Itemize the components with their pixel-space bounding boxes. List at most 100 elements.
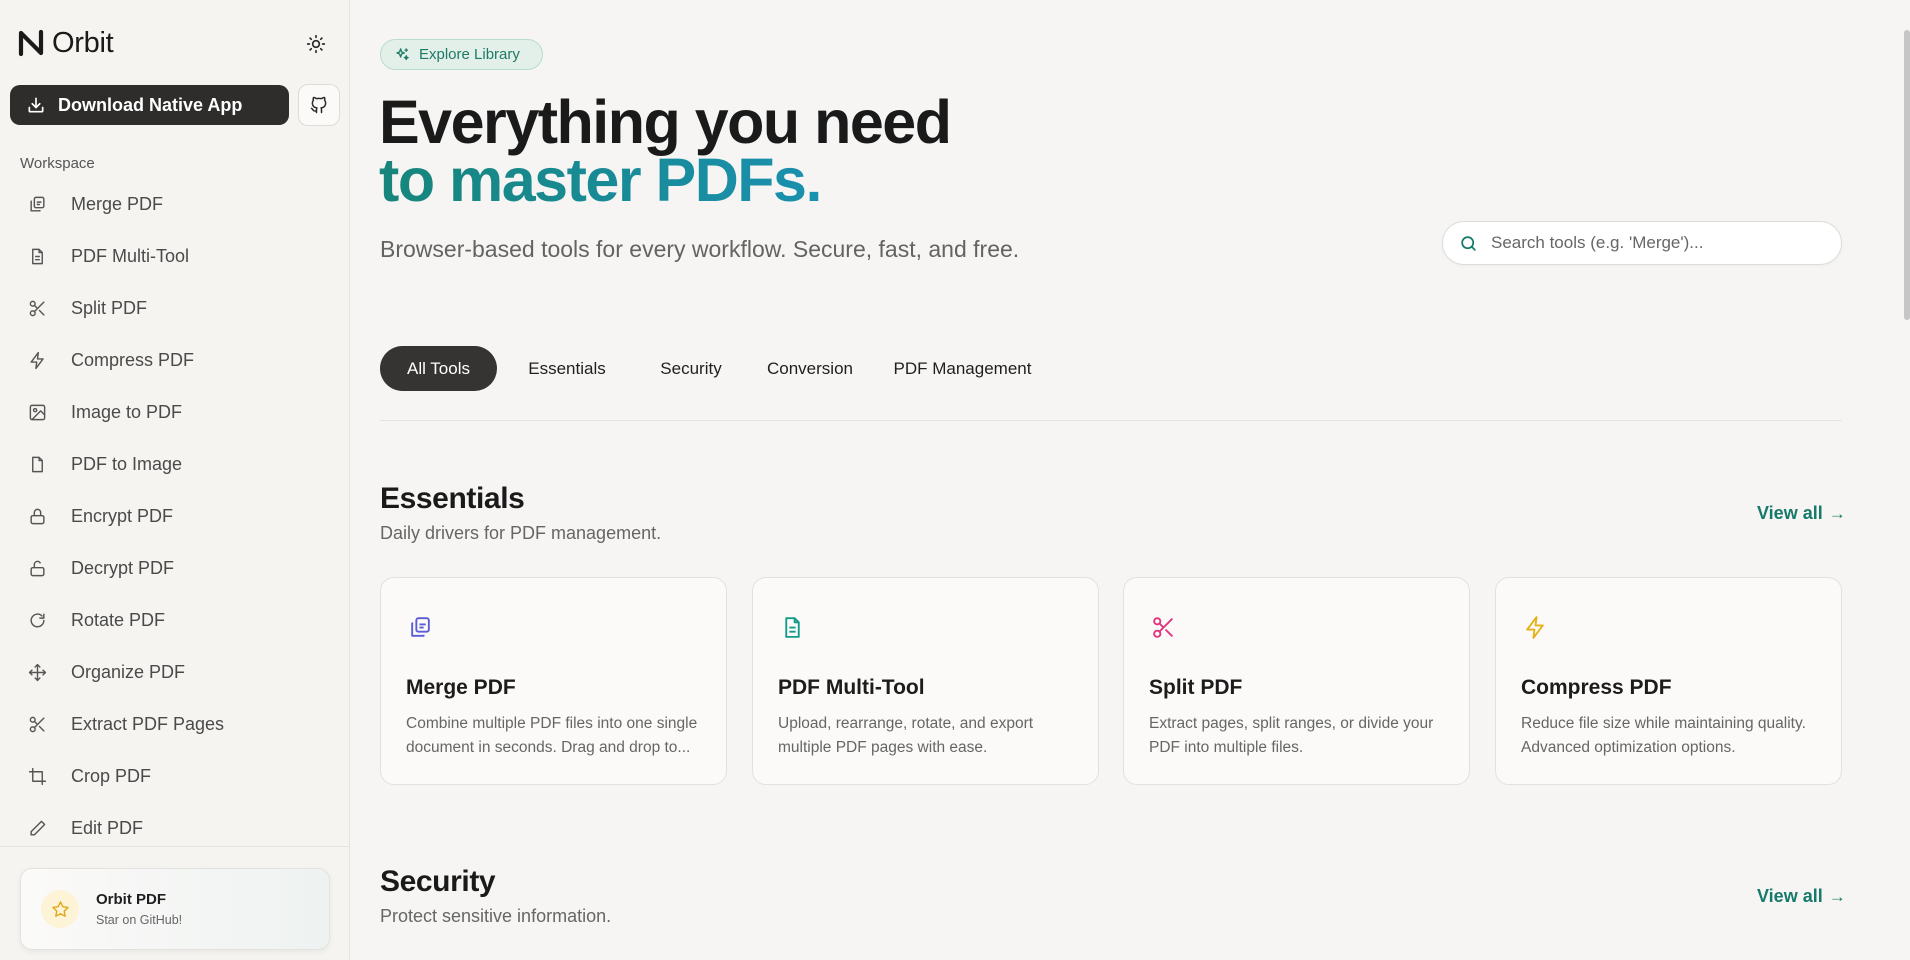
tool-card-merge-pdf[interactable]: Merge PDF Combine multiple PDF files int… xyxy=(380,577,727,785)
workspace-section-label: Workspace xyxy=(20,155,95,172)
sidebar-item-split-pdf[interactable]: Split PDF xyxy=(14,286,336,330)
sidebar-item-label: Encrypt PDF xyxy=(71,505,174,526)
sidebar-item-label: Merge PDF xyxy=(71,193,164,214)
card-description: Combine multiple PDF files into one sing… xyxy=(406,715,698,756)
tab-essentials[interactable]: Essentials xyxy=(497,346,637,391)
merge-icon xyxy=(26,193,48,215)
main-content: Explore Library Everything you need to m… xyxy=(351,0,1910,960)
hero-title-line2: to master PDFs. xyxy=(379,146,822,214)
scissors-icon xyxy=(26,713,48,735)
tab-pdf-management[interactable]: PDF Management xyxy=(875,346,1050,391)
sidebar-item-edit-pdf[interactable]: Edit PDF xyxy=(14,806,336,845)
sidebar-item-label: Extract PDF Pages xyxy=(71,713,225,734)
essentials-section-title: Essentials xyxy=(380,482,525,515)
theme-toggle-button[interactable] xyxy=(303,31,329,57)
sidebar-item-label: Compress PDF xyxy=(71,349,195,370)
view-all-label: View all xyxy=(1757,503,1823,523)
card-title: Merge PDF xyxy=(406,676,516,699)
sun-icon xyxy=(306,34,326,54)
sidebar-item-pdf-to-image[interactable]: PDF to Image xyxy=(14,442,336,486)
promo-text: Orbit PDF Star on GitHub! xyxy=(96,891,182,927)
arrow-right-icon: → xyxy=(1828,886,1846,906)
card-description: Upload, rearrange, rotate, and export mu… xyxy=(778,715,1034,756)
download-native-app-button[interactable]: Download Native App xyxy=(10,85,289,125)
lightning-icon xyxy=(1521,613,1549,641)
search-icon xyxy=(1461,235,1476,251)
card-title: Split PDF xyxy=(1149,676,1243,699)
sidebar-item-label: Crop PDF xyxy=(71,765,152,786)
promo-title: Orbit PDF xyxy=(96,891,166,908)
image-icon xyxy=(26,401,48,423)
rotate-icon xyxy=(26,609,48,631)
card-title: Compress PDF xyxy=(1521,676,1672,699)
lock-icon xyxy=(26,505,48,527)
search-input[interactable] xyxy=(1491,233,1821,253)
tool-card-compress-pdf[interactable]: Compress PDF Reduce file size while main… xyxy=(1495,577,1842,785)
move-icon xyxy=(26,661,48,683)
document-icon xyxy=(778,613,806,641)
github-star-promo[interactable]: Orbit PDF Star on GitHub! xyxy=(20,868,330,950)
sidebar-item-label: PDF Multi-Tool xyxy=(71,245,190,266)
sidebar-item-merge-pdf[interactable]: Merge PDF xyxy=(14,182,336,226)
crop-icon xyxy=(26,765,48,787)
pen-icon xyxy=(26,817,48,839)
sidebar-item-label: Edit PDF xyxy=(71,817,144,838)
sidebar-item-rotate-pdf[interactable]: Rotate PDF xyxy=(14,598,336,642)
tab-all-tools[interactable]: All Tools xyxy=(380,346,497,391)
security-section-title: Security xyxy=(380,865,496,898)
brand[interactable]: Orbit xyxy=(16,26,114,60)
lightning-icon xyxy=(26,349,48,371)
document-icon xyxy=(26,245,48,267)
pill-label: Explore Library xyxy=(419,46,520,63)
sidebar-item-crop-pdf[interactable]: Crop PDF xyxy=(14,754,336,798)
tool-card-split-pdf[interactable]: Split PDF Extract pages, split ranges, o… xyxy=(1123,577,1470,785)
tool-card-pdf-multi-tool[interactable]: PDF Multi-Tool Upload, rearrange, rotate… xyxy=(752,577,1099,785)
explore-library-pill[interactable]: Explore Library xyxy=(380,39,543,70)
sidebar-item-decrypt-pdf[interactable]: Decrypt PDF xyxy=(14,546,336,590)
page-scrollbar[interactable] xyxy=(1904,30,1910,320)
card-description: Extract pages, split ranges, or divide y… xyxy=(1149,715,1434,756)
download-icon xyxy=(28,97,44,113)
merge-icon xyxy=(406,613,434,641)
promo-subtitle: Star on GitHub! xyxy=(96,913,183,927)
essentials-view-all-link[interactable]: View all → xyxy=(1757,503,1846,524)
view-all-label: View all xyxy=(1757,886,1823,906)
hero-subtitle: Browser-based tools for every workflow. … xyxy=(380,236,1020,262)
file-icon xyxy=(26,453,48,475)
sidebar-item-organize-pdf[interactable]: Organize PDF xyxy=(14,650,336,694)
sidebar-item-label: Image to PDF xyxy=(71,401,183,422)
star-icon xyxy=(41,890,79,928)
brand-name: Orbit xyxy=(52,26,114,59)
sidebar-nav: Merge PDF PDF Multi-Tool Split PDF Compr… xyxy=(0,182,350,845)
tab-conversion[interactable]: Conversion xyxy=(745,346,875,391)
sidebar-item-pdf-multi-tool[interactable]: PDF Multi-Tool xyxy=(14,234,336,278)
security-section-subtitle: Protect sensitive information. xyxy=(380,906,612,926)
card-title: PDF Multi-Tool xyxy=(778,676,925,699)
scissors-icon xyxy=(26,297,48,319)
sidebar-divider xyxy=(0,846,350,847)
sidebar-item-image-to-pdf[interactable]: Image to PDF xyxy=(14,390,336,434)
sidebar: Orbit Download Native App Workspace Merg… xyxy=(0,0,350,960)
sidebar-item-label: PDF to Image xyxy=(71,453,183,474)
sidebar-item-compress-pdf[interactable]: Compress PDF xyxy=(14,338,336,382)
github-button[interactable] xyxy=(298,84,340,126)
arrow-right-icon: → xyxy=(1828,503,1846,523)
github-icon xyxy=(310,96,327,114)
card-description: Reduce file size while maintaining quali… xyxy=(1521,715,1806,756)
orbit-logo-icon xyxy=(18,29,44,57)
sidebar-item-label: Organize PDF xyxy=(71,661,186,682)
essentials-section-subtitle: Daily drivers for PDF management. xyxy=(380,523,662,543)
sparkles-icon xyxy=(396,48,409,61)
download-label: Download Native App xyxy=(58,94,243,115)
sidebar-item-label: Decrypt PDF xyxy=(71,557,175,578)
unlock-icon xyxy=(26,557,48,579)
sidebar-item-encrypt-pdf[interactable]: Encrypt PDF xyxy=(14,494,336,538)
security-view-all-link[interactable]: View all → xyxy=(1757,886,1846,907)
sidebar-item-label: Split PDF xyxy=(71,297,148,318)
sidebar-item-label: Rotate PDF xyxy=(71,609,166,630)
tabs-divider xyxy=(380,420,1842,421)
search-box xyxy=(1442,221,1842,265)
sidebar-item-extract-pdf-pages[interactable]: Extract PDF Pages xyxy=(14,702,336,746)
tab-security[interactable]: Security xyxy=(637,346,745,391)
scissors-icon xyxy=(1149,613,1177,641)
